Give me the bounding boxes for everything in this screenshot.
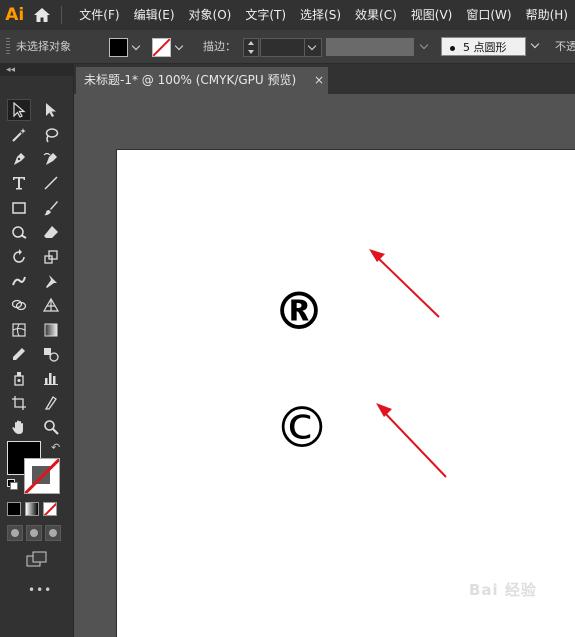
default-fill-stroke-icon[interactable] bbox=[7, 479, 18, 490]
brush-size: 5 bbox=[463, 41, 470, 54]
fill-stroke-widget: ↶ bbox=[7, 441, 67, 496]
brush-dot-icon bbox=[450, 45, 455, 51]
menu-object[interactable]: 对象(O) bbox=[182, 0, 239, 30]
menu-bar: Ai 文件(F) 编辑(E) 对象(O) 文字(T) 选择(S) 效果(C) 视… bbox=[0, 0, 575, 30]
tool-grid bbox=[7, 98, 67, 439]
canvas-area[interactable]: ® © Bai 经验 bbox=[74, 94, 575, 637]
brush-name: 点圆形 bbox=[473, 41, 507, 54]
perspective-grid-tool-icon[interactable] bbox=[39, 294, 63, 316]
fill-swatch[interactable] bbox=[109, 38, 128, 57]
stroke-weight-input[interactable] bbox=[260, 38, 306, 57]
menu-type[interactable]: 文字(T) bbox=[238, 0, 293, 30]
shape-builder-tool-icon[interactable] bbox=[7, 294, 31, 316]
artboard-tool-icon[interactable] bbox=[7, 392, 31, 414]
fill-dropdown-icon[interactable] bbox=[130, 38, 144, 55]
eraser-tool-icon[interactable] bbox=[39, 221, 63, 243]
menu-edit[interactable]: 编辑(E) bbox=[127, 0, 182, 30]
watermark: Bai 经验 bbox=[469, 581, 537, 599]
scale-tool-icon[interactable] bbox=[39, 246, 63, 268]
symbol-sprayer-tool-icon[interactable] bbox=[7, 367, 31, 389]
puppet-warp-tool-icon[interactable] bbox=[39, 270, 63, 292]
variable-width-profile[interactable] bbox=[326, 38, 414, 56]
draw-behind-icon[interactable] bbox=[26, 525, 42, 541]
shaper-tool-icon[interactable] bbox=[7, 221, 31, 243]
rectangle-tool-icon[interactable] bbox=[7, 197, 31, 219]
collapse-icon[interactable]: ◂◂ bbox=[6, 64, 15, 76]
screen-mode-icon[interactable] bbox=[26, 551, 47, 567]
mesh-tool-icon[interactable] bbox=[7, 319, 31, 341]
stroke-label: 描边： bbox=[203, 40, 236, 53]
draw-inside-icon[interactable] bbox=[45, 525, 61, 541]
tools-panel: ◂◂ ↶ ••• bbox=[0, 64, 74, 637]
control-bar: 未选择对象 描边： 5 点圆形 不透 bbox=[0, 30, 575, 64]
home-icon[interactable] bbox=[29, 0, 55, 30]
tools-panel-header: ◂◂ bbox=[0, 64, 73, 76]
menu-divider bbox=[61, 6, 63, 24]
copyright-symbol[interactable]: © bbox=[274, 401, 330, 457]
menu-list: 文件(F) 编辑(E) 对象(O) 文字(T) 选择(S) 效果(C) 视图(V… bbox=[72, 0, 575, 30]
warp-tool-icon[interactable] bbox=[7, 270, 31, 292]
magic-wand-tool-icon[interactable] bbox=[7, 124, 31, 146]
draw-normal-icon[interactable] bbox=[7, 525, 23, 541]
menu-file[interactable]: 文件(F) bbox=[72, 0, 126, 30]
selection-tool-icon[interactable] bbox=[7, 99, 31, 122]
color-mode-icon[interactable] bbox=[7, 502, 21, 516]
color-modes bbox=[7, 502, 57, 516]
stroke-dropdown-icon[interactable] bbox=[173, 38, 187, 55]
swap-fill-stroke-icon[interactable]: ↶ bbox=[51, 441, 60, 454]
stroke-swatch[interactable] bbox=[152, 38, 171, 57]
grip-handle[interactable] bbox=[6, 38, 10, 55]
close-tab-icon[interactable]: × bbox=[314, 67, 324, 94]
document-tab-title: 未标题-1* @ 100% (CMYK/GPU 预览) bbox=[84, 73, 297, 87]
stroke-color-box[interactable] bbox=[24, 458, 60, 494]
opacity-label[interactable]: 不透 bbox=[555, 30, 575, 63]
brush-definition[interactable]: 5 点圆形 bbox=[441, 37, 526, 56]
draw-modes bbox=[7, 525, 61, 541]
menu-view[interactable]: 视图(V) bbox=[404, 0, 460, 30]
stroke-weight-dropdown-icon[interactable] bbox=[304, 38, 322, 57]
rotate-tool-icon[interactable] bbox=[7, 246, 31, 268]
zoom-tool-icon[interactable] bbox=[39, 416, 63, 438]
blend-tool-icon[interactable] bbox=[39, 343, 63, 365]
more-tools-icon[interactable]: ••• bbox=[28, 583, 52, 597]
menu-select[interactable]: 选择(S) bbox=[293, 0, 348, 30]
menu-help[interactable]: 帮助(H) bbox=[519, 0, 575, 30]
type-tool-icon[interactable] bbox=[7, 172, 31, 194]
slice-tool-icon[interactable] bbox=[39, 392, 63, 414]
paintbrush-tool-icon[interactable] bbox=[39, 197, 63, 219]
artboard[interactable]: ® © bbox=[116, 149, 575, 637]
app-logo: Ai bbox=[5, 5, 25, 25]
menu-effect[interactable]: 效果(C) bbox=[348, 0, 404, 30]
pen-tool-icon[interactable] bbox=[7, 148, 31, 170]
registered-symbol[interactable]: ® bbox=[273, 286, 325, 338]
hand-tool-icon[interactable] bbox=[7, 416, 31, 438]
lasso-tool-icon[interactable] bbox=[39, 124, 63, 146]
stroke-spinner-icon[interactable] bbox=[243, 38, 259, 57]
curvature-tool-icon[interactable] bbox=[39, 148, 63, 170]
variable-width-dropdown-icon[interactable] bbox=[416, 38, 434, 56]
direct-selection-tool-icon[interactable] bbox=[39, 99, 63, 121]
document-tab-bar: 未标题-1* @ 100% (CMYK/GPU 预览) × bbox=[74, 64, 575, 94]
menu-window[interactable]: 窗口(W) bbox=[459, 0, 518, 30]
brush-dropdown-icon[interactable] bbox=[527, 37, 545, 56]
gradient-tool-icon[interactable] bbox=[39, 319, 63, 341]
document-tab[interactable]: 未标题-1* @ 100% (CMYK/GPU 预览) × bbox=[76, 67, 328, 94]
gradient-mode-icon[interactable] bbox=[25, 502, 39, 516]
selection-status: 未选择对象 bbox=[16, 40, 71, 53]
none-mode-icon[interactable] bbox=[43, 502, 57, 516]
column-graph-tool-icon[interactable] bbox=[39, 367, 63, 389]
line-tool-icon[interactable] bbox=[39, 172, 63, 194]
eyedropper-tool-icon[interactable] bbox=[7, 343, 31, 365]
